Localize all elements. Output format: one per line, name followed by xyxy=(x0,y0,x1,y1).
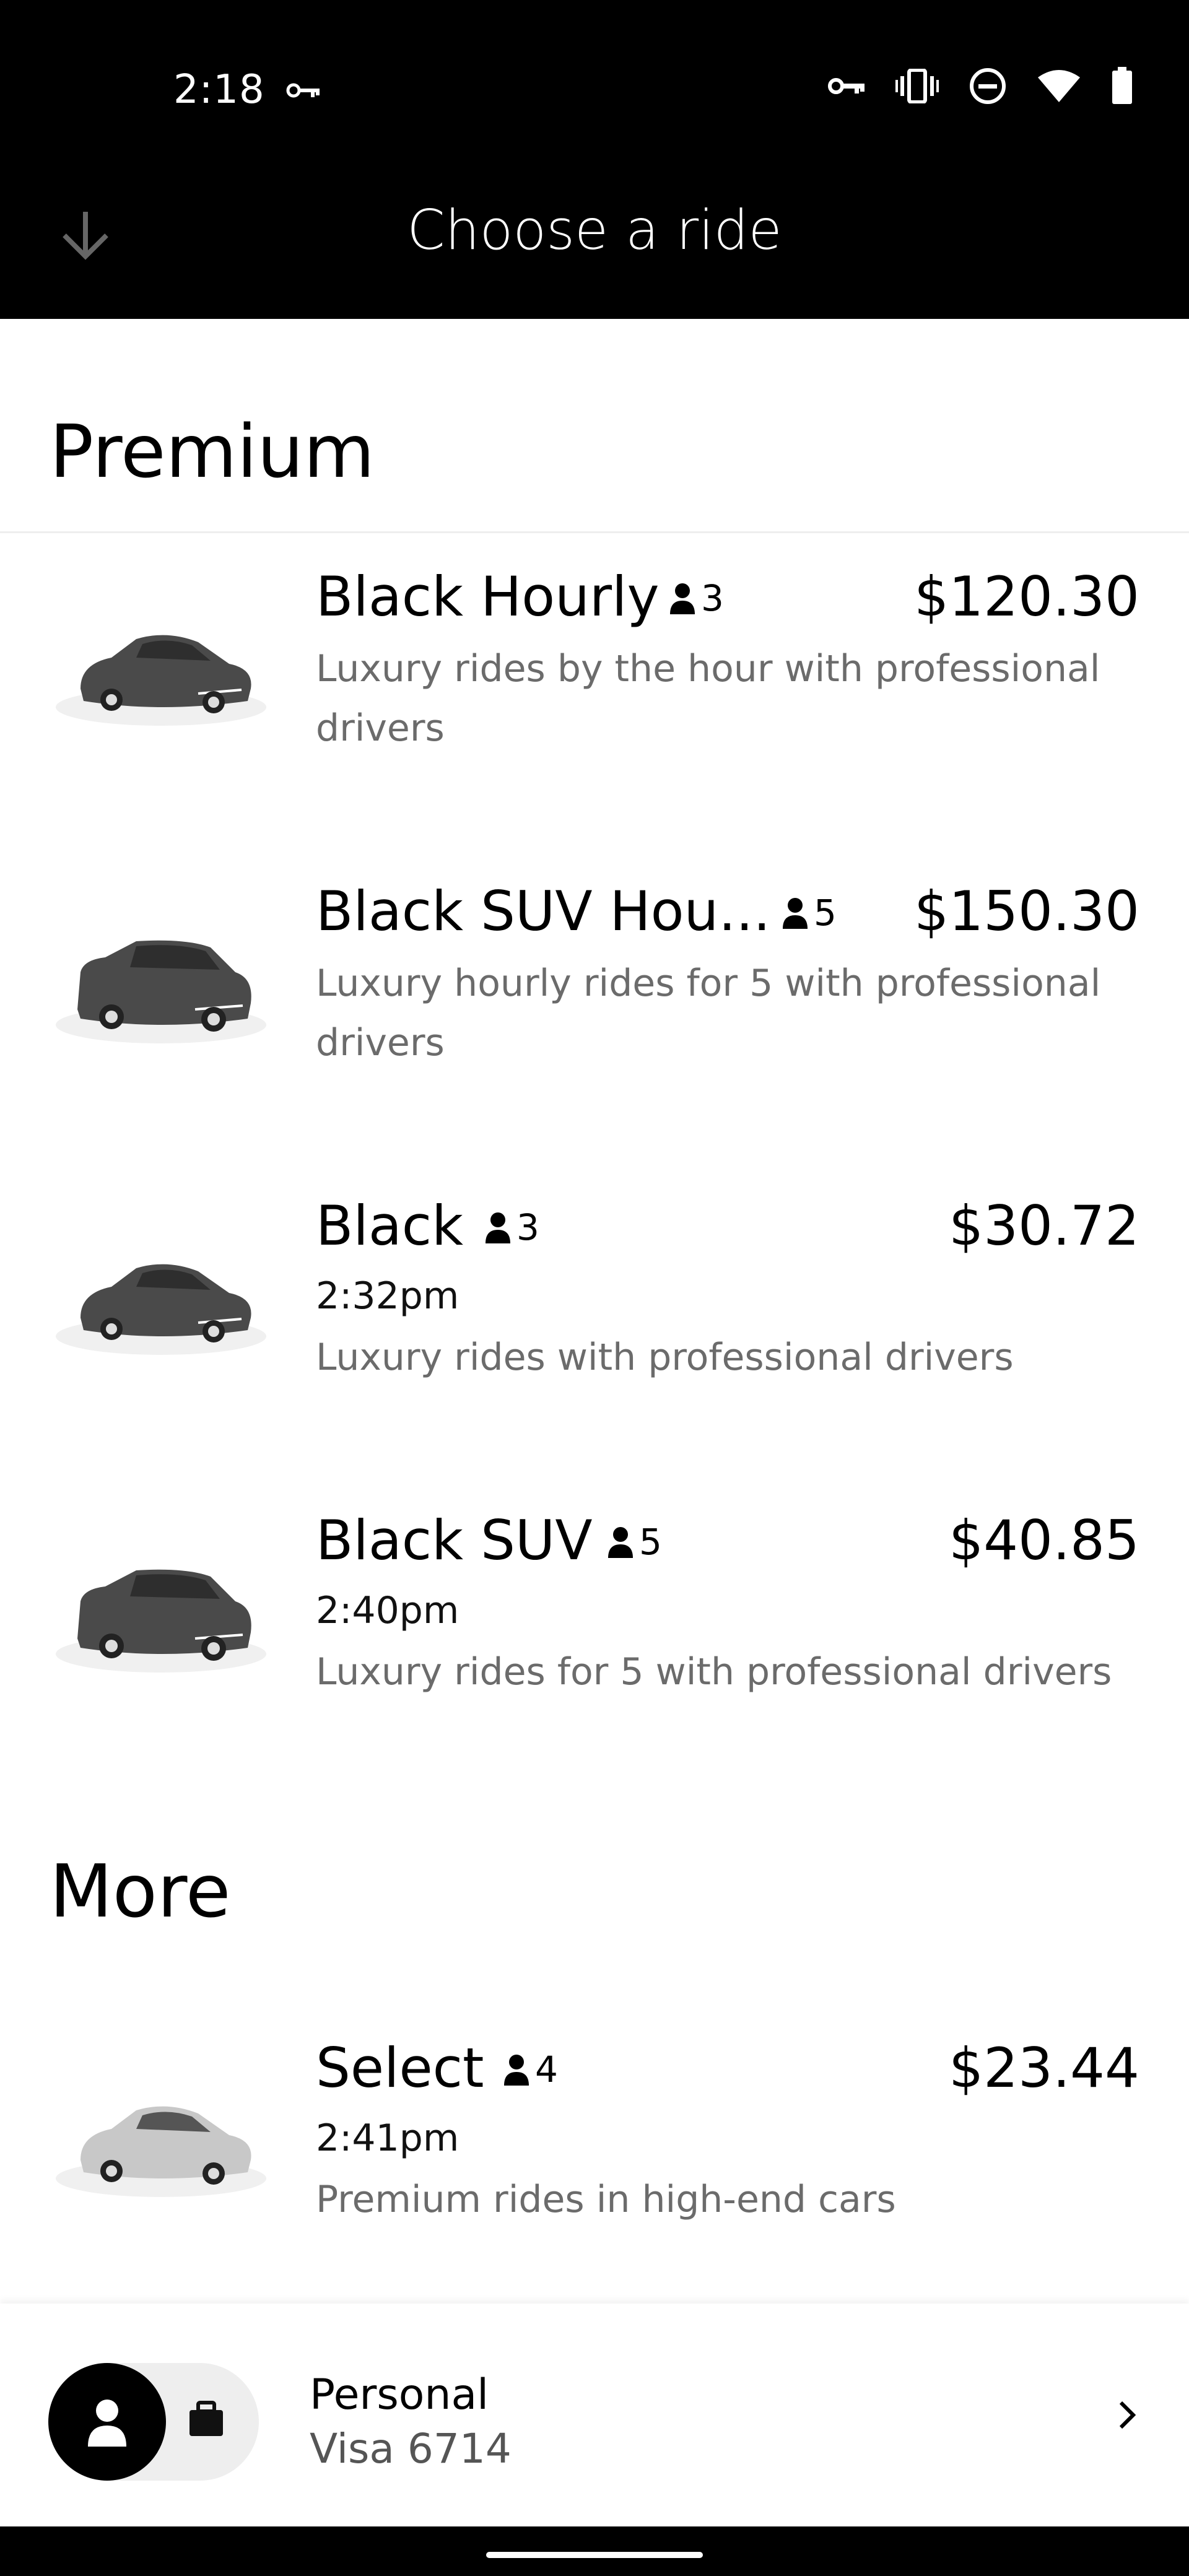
ride-eta: 2:41pm xyxy=(316,2117,459,2160)
car-sedan-icon xyxy=(56,635,266,726)
system-nav-bar xyxy=(0,2526,1189,2576)
ride-name: Black SUV xyxy=(316,1508,593,1572)
capacity: 3 xyxy=(669,577,724,619)
ride-name: Black xyxy=(316,1194,464,1258)
ride-name: Black Hourly xyxy=(316,565,660,629)
person-icon xyxy=(670,583,695,614)
car-suv-icon xyxy=(56,940,266,1043)
car-sedan-icon xyxy=(56,1264,266,1355)
ride-price: $30.72 xyxy=(949,1194,1139,1258)
car-sedan-light-icon xyxy=(56,2106,266,2197)
divider xyxy=(0,531,1189,533)
ride-option-black-suv-hourly[interactable]: Black SUV Hou... 5 $150.30 Luxury hourly… xyxy=(0,879,1189,1139)
key-icon xyxy=(286,79,321,104)
capacity-count: 3 xyxy=(516,1206,539,1248)
capacity: 5 xyxy=(607,1521,662,1563)
page-title: Choose a ride xyxy=(407,198,782,262)
ride-price: $120.30 xyxy=(914,565,1139,629)
payment-profile: Personal xyxy=(310,2370,489,2419)
vpn-key-icon xyxy=(827,74,866,98)
ride-option-select[interactable]: Select 4 $23.44 2:41pm Premium rides in … xyxy=(0,2036,1189,2296)
ride-price: $23.44 xyxy=(949,2036,1139,2100)
vibrate-icon xyxy=(895,69,939,103)
payment-card: Visa 6714 xyxy=(310,2425,512,2473)
wifi-icon xyxy=(1037,69,1081,103)
ride-description: Luxury rides with professional drivers xyxy=(316,1336,1014,1379)
person-icon xyxy=(486,1212,510,1243)
briefcase-icon xyxy=(186,2399,227,2442)
status-time: 2:18 xyxy=(173,67,265,113)
capacity-count: 5 xyxy=(814,892,837,934)
person-icon xyxy=(48,2363,166,2481)
home-handle[interactable] xyxy=(486,2552,703,2558)
ride-eta: 2:32pm xyxy=(316,1274,459,1318)
ride-option-black-hourly[interactable]: Black Hourly 3 $120.30 Luxury rides by t… xyxy=(0,565,1189,825)
capacity-count: 4 xyxy=(535,2048,558,2091)
do-not-disturb-icon xyxy=(969,67,1007,105)
ride-name: Black SUV Hou... xyxy=(316,879,771,943)
status-icons xyxy=(827,67,1133,105)
chevron-right-icon[interactable] xyxy=(1115,2396,1139,2436)
car-suv-icon xyxy=(56,1569,266,1673)
top-bar: 2:18 Choose a ride xyxy=(0,0,1189,319)
ride-eta: 2:40pm xyxy=(316,1589,459,1632)
capacity-count: 5 xyxy=(639,1521,662,1563)
section-title-more: More xyxy=(50,1848,231,1934)
ride-option-black[interactable]: Black 3 $30.72 2:32pm Luxury rides with … xyxy=(0,1194,1189,1454)
person-icon xyxy=(608,1527,633,1558)
capacity: 3 xyxy=(484,1206,539,1248)
section-title-premium: Premium xyxy=(50,409,375,494)
person-icon xyxy=(783,898,808,929)
capacity: 4 xyxy=(503,2048,558,2091)
person-icon xyxy=(504,2055,529,2086)
ride-price: $40.85 xyxy=(949,1508,1139,1572)
ride-description: Luxury rides by the hour with profession… xyxy=(316,647,1100,750)
ride-description: Luxury rides for 5 with professional dri… xyxy=(316,1650,1112,1694)
battery-icon xyxy=(1111,67,1133,105)
ride-price: $150.30 xyxy=(914,879,1139,943)
ride-description: Luxury hourly rides for 5 with professio… xyxy=(316,962,1101,1064)
ride-option-black-suv[interactable]: Black SUV 5 $40.85 2:40pm Luxury rides f… xyxy=(0,1508,1189,1769)
capacity: 5 xyxy=(782,892,837,934)
payment-bar[interactable]: Personal Visa 6714 xyxy=(0,2304,1189,2526)
ride-description: Premium rides in high-end cars xyxy=(316,2178,896,2221)
capacity-count: 3 xyxy=(701,577,724,619)
profile-toggle[interactable] xyxy=(48,2363,259,2481)
ride-name: Select xyxy=(316,2036,484,2100)
